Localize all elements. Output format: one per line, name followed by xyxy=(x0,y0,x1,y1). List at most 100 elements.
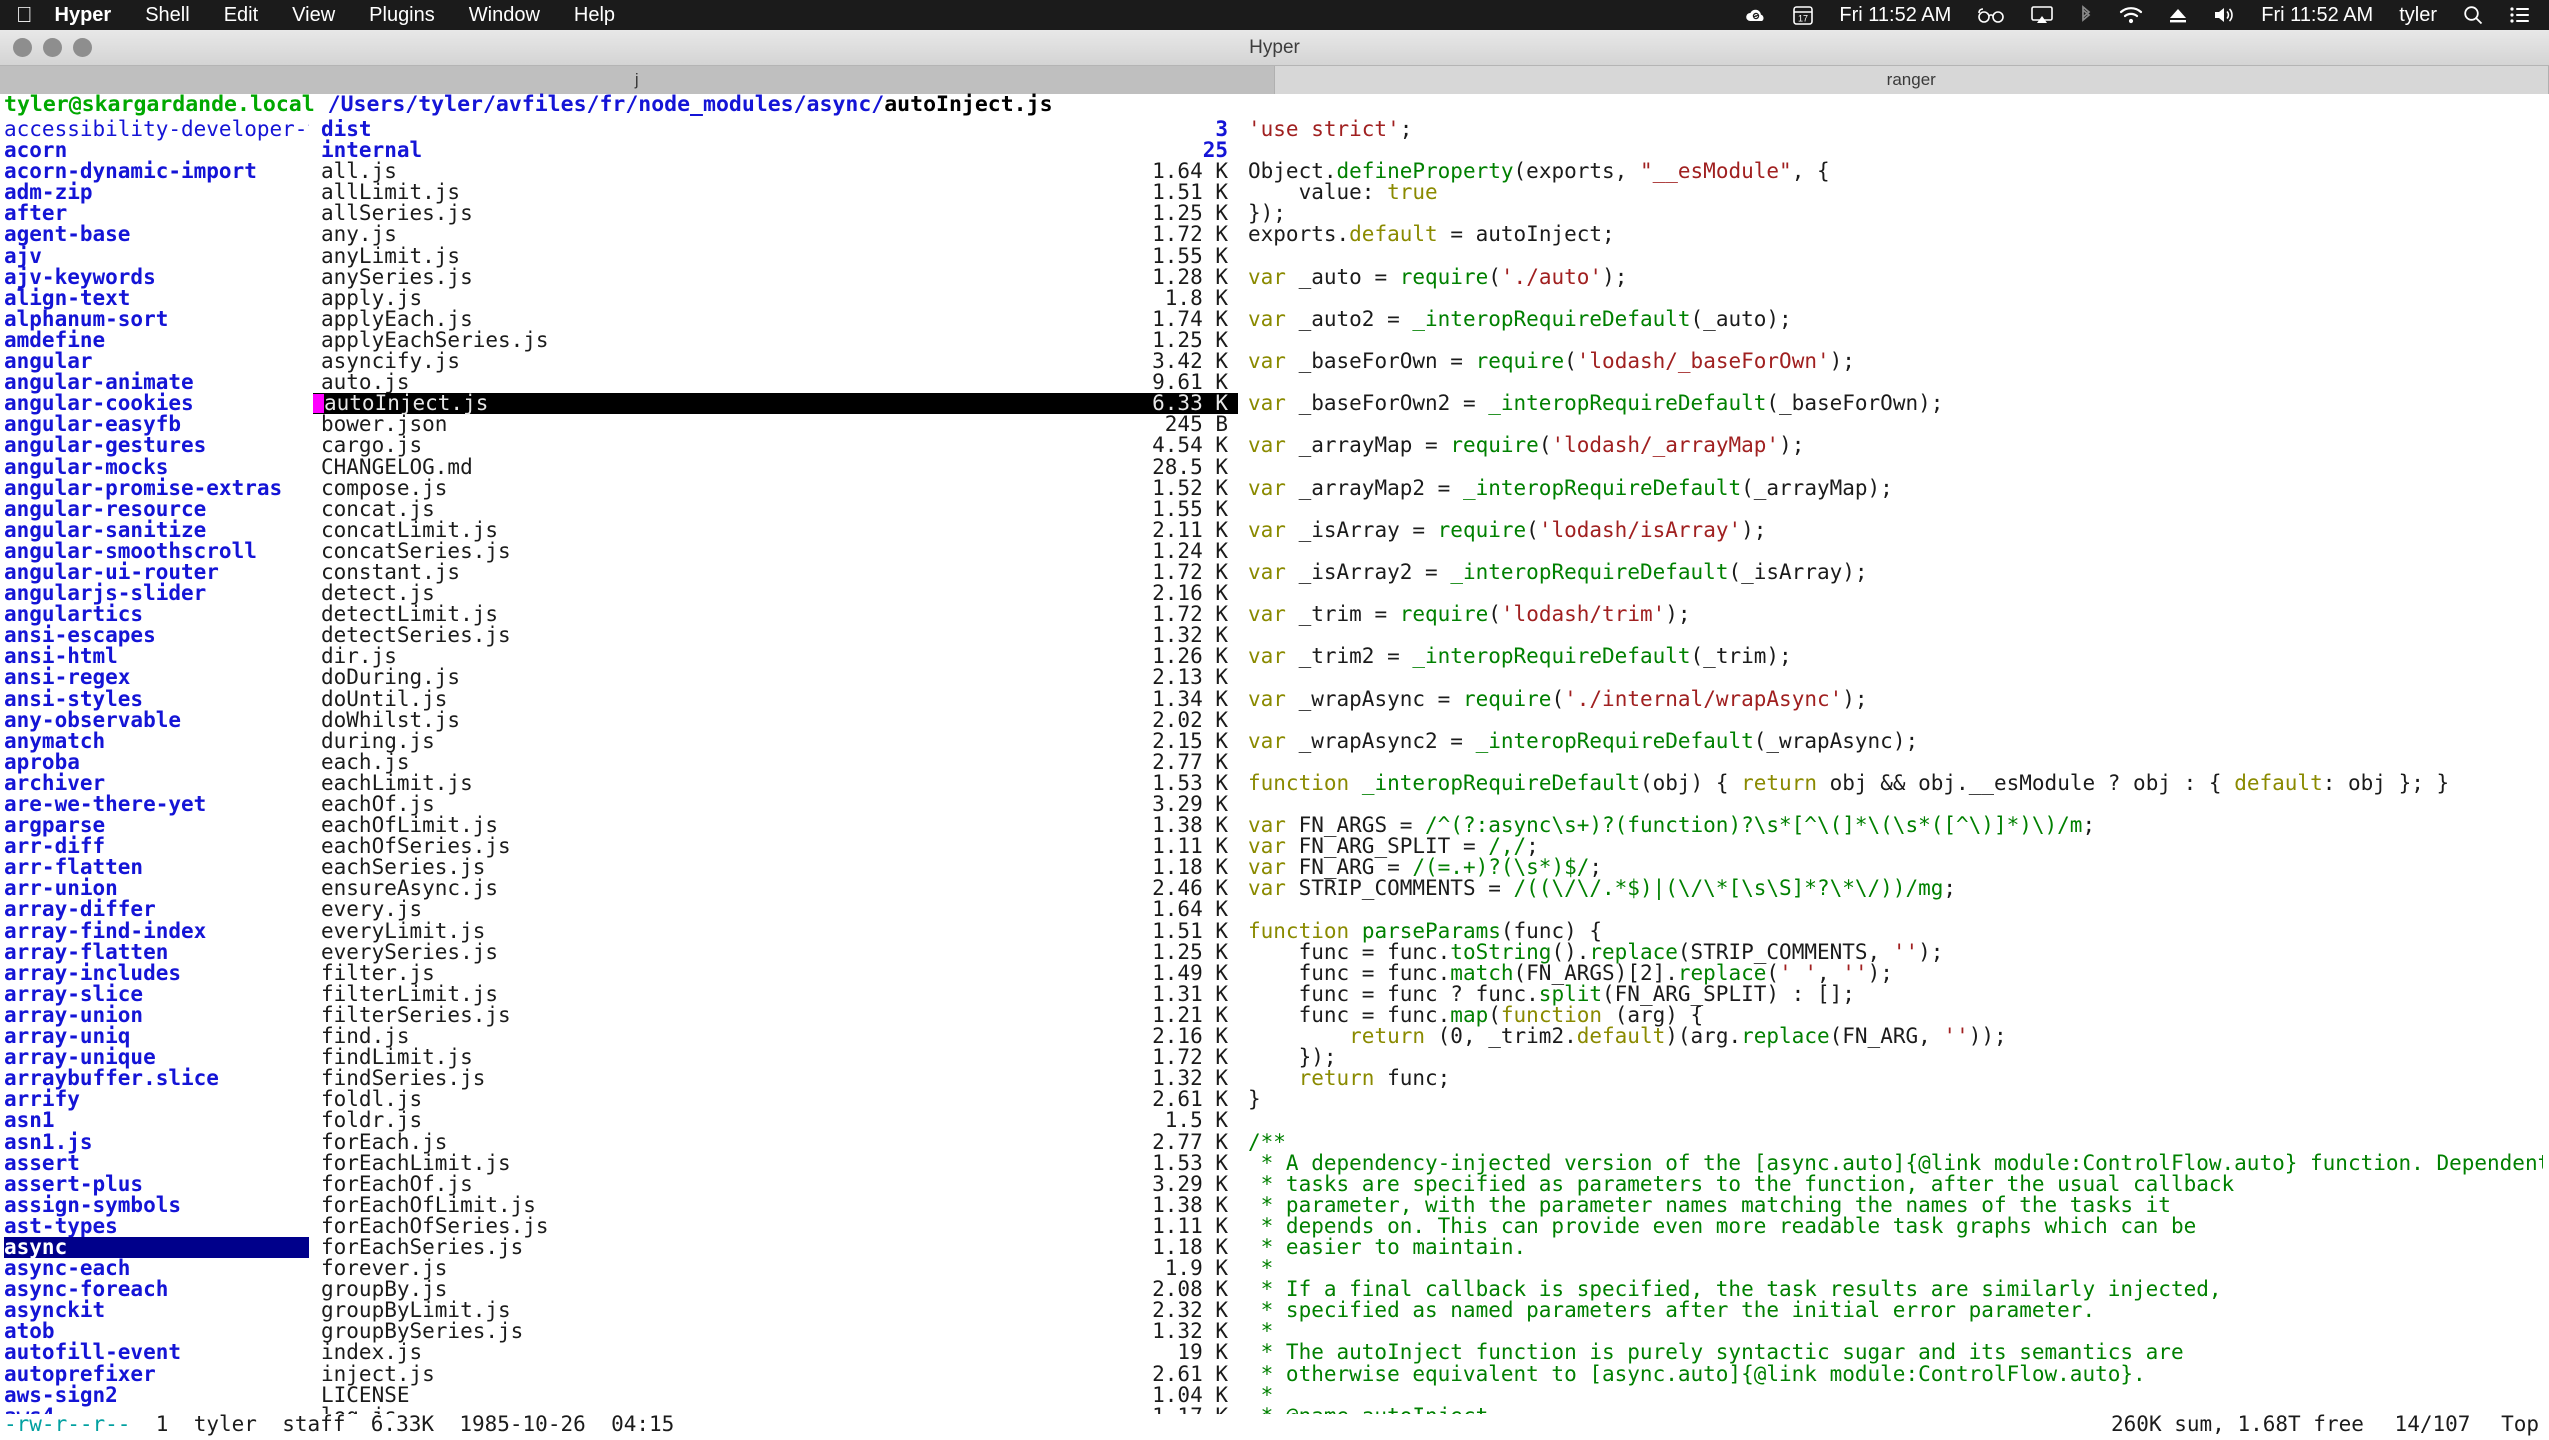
file-list-item[interactable]: every.js 1.64 K xyxy=(313,899,1238,920)
file-list-item[interactable]: all.js 1.64 K xyxy=(313,161,1238,182)
parent-list-item[interactable]: array-includes xyxy=(4,962,309,984)
parent-list-item[interactable]: asn1 xyxy=(4,1110,309,1131)
file-list-item[interactable]: groupBySeries.js 1.32 K xyxy=(313,1321,1238,1342)
current-directory-column[interactable]: dist 3 internal 25 all.js 1.64 K allLimit.js 1.… xyxy=(313,119,1238,1427)
parent-list-item[interactable]: aws-sign2 xyxy=(4,1384,309,1406)
file-list-item[interactable]: groupBy.js 2.08 K xyxy=(313,1279,1238,1300)
bluetooth-icon[interactable] xyxy=(2079,5,2093,25)
glasses-icon[interactable] xyxy=(1977,7,2005,23)
parent-list-item[interactable]: argparse xyxy=(4,814,309,836)
parent-list-item[interactable]: angular-gestures xyxy=(4,435,309,456)
file-list-item[interactable]: autoInject.js 6.33 K xyxy=(313,393,1238,415)
parent-list-item[interactable]: async-foreach xyxy=(4,1279,309,1300)
parent-list-item[interactable]: asynckit xyxy=(4,1300,309,1321)
file-list-item[interactable]: forEachOfLimit.js 1.38 K xyxy=(313,1194,1238,1216)
file-list-item[interactable]: concatLimit.js 2.11 K xyxy=(313,519,1238,541)
file-list-item[interactable]: applyEachSeries.js 1.25 K xyxy=(313,329,1238,351)
menu-item-view[interactable]: View xyxy=(292,4,335,27)
file-list-item[interactable]: cargo.js 4.54 K xyxy=(313,435,1238,456)
menubar-user[interactable]: tyler xyxy=(2399,4,2437,27)
file-list-item[interactable]: doDuring.js 2.13 K xyxy=(313,667,1238,688)
apple-logo-icon[interactable]:  xyxy=(16,4,33,26)
parent-list-item[interactable]: autoprefixer xyxy=(4,1363,309,1385)
parent-list-item[interactable]: anymatch xyxy=(4,730,309,752)
parent-list-item[interactable]: align-text xyxy=(4,287,309,309)
parent-list-item[interactable]: array-flatten xyxy=(4,941,309,963)
file-list-item[interactable]: detect.js 2.16 K xyxy=(313,582,1238,604)
parent-list-item[interactable]: angular-resource xyxy=(4,498,309,520)
file-list-item[interactable]: filterLimit.js 1.31 K xyxy=(313,983,1238,1005)
parent-list-item[interactable]: acorn xyxy=(4,139,309,161)
parent-list-item[interactable]: alphanum-sort xyxy=(4,308,309,330)
file-preview-pane[interactable]: 'use strict'; Object.defineProperty(expo… xyxy=(1248,119,2543,1427)
file-list-item[interactable]: asyncify.js 3.42 K xyxy=(313,350,1238,372)
parent-list-item[interactable]: archiver xyxy=(4,772,309,794)
parent-list-item[interactable]: array-union xyxy=(4,1004,309,1026)
parent-list-item[interactable]: angularjs-slider xyxy=(4,582,309,604)
file-list-item[interactable]: forEach.js 2.77 K xyxy=(313,1131,1238,1153)
file-list-item[interactable]: doUntil.js 1.34 K xyxy=(313,688,1238,710)
parent-list-item[interactable]: angular-cookies xyxy=(4,393,309,414)
file-list-item[interactable]: forEachOf.js 3.29 K xyxy=(313,1173,1238,1195)
menu-item-help[interactable]: Help xyxy=(574,4,615,27)
parent-list-item[interactable]: assign-symbols xyxy=(4,1194,309,1216)
file-list-item[interactable]: filterSeries.js 1.21 K xyxy=(313,1004,1238,1026)
file-list-item[interactable]: doWhilst.js 2.02 K xyxy=(313,709,1238,731)
parent-list-item[interactable]: ast-types xyxy=(4,1215,309,1237)
parent-list-item[interactable]: accessibility-developer-tools xyxy=(4,119,309,140)
menu-item-plugins[interactable]: Plugins xyxy=(369,4,435,27)
parent-list-item[interactable]: ansi-escapes xyxy=(4,625,309,646)
parent-list-item[interactable]: angular-ui-router xyxy=(4,561,309,583)
parent-directory-column[interactable]: accessibility-developer-toolsacornacorn-… xyxy=(4,119,309,1427)
file-list-item[interactable]: index.js 19 K xyxy=(313,1342,1238,1363)
parent-list-item[interactable]: ansi-regex xyxy=(4,667,309,688)
file-list-item[interactable]: each.js 2.77 K xyxy=(313,751,1238,773)
parent-list-item[interactable]: array-find-index xyxy=(4,920,309,942)
file-list-item[interactable]: forEachSeries.js 1.18 K xyxy=(313,1236,1238,1258)
parent-list-item[interactable]: are-we-there-yet xyxy=(4,793,309,815)
file-list-item[interactable]: inject.js 2.61 K xyxy=(313,1363,1238,1385)
parent-list-item[interactable]: arr-union xyxy=(4,878,309,899)
file-list-item[interactable]: dist 3 xyxy=(313,119,1238,140)
parent-list-item[interactable]: arrify xyxy=(4,1089,309,1110)
file-list-item[interactable]: CHANGELOG.md 28.5 K xyxy=(313,456,1238,478)
parent-list-item[interactable]: adm-zip xyxy=(4,182,309,203)
file-list-item[interactable]: eachSeries.js 1.18 K xyxy=(313,857,1238,878)
parent-list-item[interactable]: arr-flatten xyxy=(4,857,309,878)
file-list-item[interactable]: compose.js 1.52 K xyxy=(313,477,1238,499)
parent-list-item[interactable]: ajv-keywords xyxy=(4,266,309,288)
parent-list-item[interactable]: ansi-styles xyxy=(4,688,309,710)
parent-list-item[interactable]: asn1.js xyxy=(4,1131,309,1153)
file-list-item[interactable]: find.js 2.16 K xyxy=(313,1025,1238,1047)
parent-list-item[interactable]: angular-easyfb xyxy=(4,414,309,435)
parent-list-item[interactable]: after xyxy=(4,203,309,224)
file-list-item[interactable]: everySeries.js 1.25 K xyxy=(313,941,1238,963)
parent-list-item[interactable]: acorn-dynamic-import xyxy=(4,161,309,182)
menu-item-edit[interactable]: Edit xyxy=(224,4,258,27)
wifi-icon[interactable] xyxy=(2119,6,2143,24)
parent-list-item[interactable]: amdefine xyxy=(4,329,309,351)
airplay-icon[interactable] xyxy=(2031,6,2054,24)
file-list-item[interactable]: anySeries.js 1.28 K xyxy=(313,266,1238,288)
file-list-item[interactable]: findLimit.js 1.72 K xyxy=(313,1047,1238,1068)
parent-list-item[interactable]: array-uniq xyxy=(4,1025,309,1047)
file-list-item[interactable]: foldl.js 2.61 K xyxy=(313,1089,1238,1110)
parent-list-item[interactable]: arraybuffer.slice xyxy=(4,1068,309,1089)
file-list-item[interactable]: detectSeries.js 1.32 K xyxy=(313,625,1238,646)
file-list-item[interactable]: eachLimit.js 1.53 K xyxy=(313,772,1238,794)
file-list-item[interactable]: bower.json 245 B xyxy=(313,414,1238,435)
file-list-item[interactable]: during.js 2.15 K xyxy=(313,730,1238,752)
parent-list-item[interactable]: angular-smoothscroll xyxy=(4,540,309,562)
file-list-item[interactable]: forever.js 1.9 K xyxy=(313,1257,1238,1279)
menu-item-shell[interactable]: Shell xyxy=(145,4,189,27)
menu-item-hyper[interactable]: Hyper xyxy=(55,4,112,27)
menubar-clock-right[interactable]: Fri 11:52 AM xyxy=(2261,4,2373,27)
file-list-item[interactable]: any.js 1.72 K xyxy=(313,224,1238,245)
file-list-item[interactable]: applyEach.js 1.74 K xyxy=(313,308,1238,330)
parent-list-item[interactable]: assert-plus xyxy=(4,1173,309,1195)
parent-list-item[interactable]: ansi-html xyxy=(4,646,309,667)
parent-list-item[interactable]: angular-promise-extras xyxy=(4,477,309,499)
parent-list-item[interactable]: aproba xyxy=(4,751,309,773)
file-list-item[interactable]: allSeries.js 1.25 K xyxy=(313,203,1238,224)
file-list-item[interactable]: ensureAsync.js 2.46 K xyxy=(313,878,1238,899)
